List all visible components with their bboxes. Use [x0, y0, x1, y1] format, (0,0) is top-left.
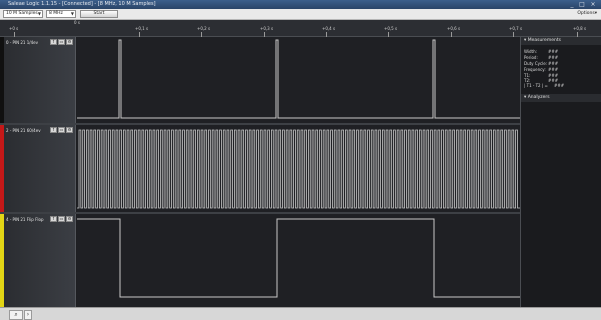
measurement-row: Duty Cycle: ###	[524, 61, 558, 66]
measurement-label: Period:	[524, 55, 538, 60]
side-panel: ▾ Measurements Width: ### Period: ### Duty…	[520, 37, 601, 307]
measurement-value: ###	[548, 55, 559, 60]
measurement-row: Frequency: ###	[524, 67, 558, 72]
tab-icon[interactable]: ›	[24, 310, 32, 320]
measurements-header[interactable]: ▾ Measurements	[521, 37, 601, 45]
analyzers-header[interactable]: ▾ Analyzers	[521, 94, 601, 102]
measurement-label: Width:	[524, 49, 537, 54]
waveform-channel-2	[77, 129, 520, 209]
measurements-title: Measurements	[527, 38, 561, 43]
measurement-label: Duty Cycle:	[524, 61, 548, 66]
measurement-value: ###	[548, 49, 559, 54]
app-window: Saleae Logic 1.1.15 - [Connected] - [8 M…	[0, 0, 601, 320]
analyzers-title: Analyzers	[527, 95, 550, 100]
measurement-row: | T1 - T2 | = ###	[524, 83, 564, 88]
measurement-label: | T1 - T2 | =	[524, 83, 548, 88]
measurement-row: Width: ###	[524, 49, 558, 54]
waveform-channel-0	[77, 39, 520, 119]
measurement-label: Frequency:	[524, 67, 546, 72]
status-bar: ⌕ ›	[0, 307, 601, 320]
waveform-channel-4	[77, 218, 520, 298]
measurement-value: ###	[548, 67, 559, 72]
search-icon[interactable]: ⌕	[9, 310, 23, 320]
measurement-value: ###	[554, 83, 565, 88]
measurement-value: ###	[548, 61, 559, 66]
waveform-canvas	[77, 39, 520, 298]
measurement-row: Period: ###	[524, 55, 558, 60]
